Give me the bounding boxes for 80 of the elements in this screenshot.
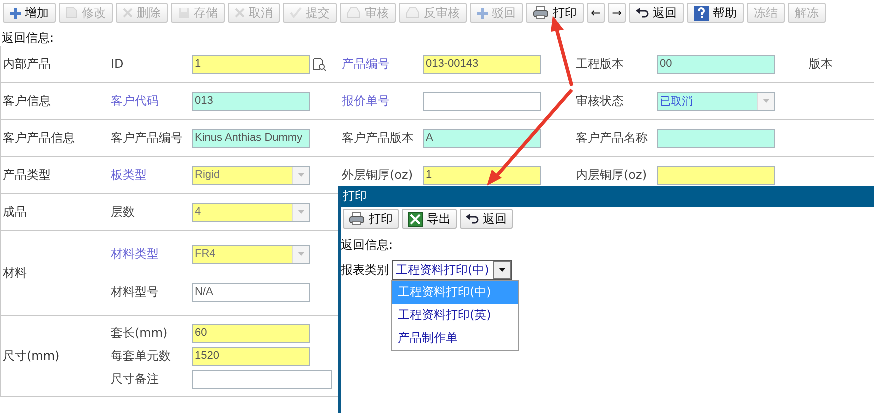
dropdown-option[interactable]: 产品制作单 xyxy=(392,327,518,350)
message-label: 返回信息: xyxy=(341,237,394,254)
input-field[interactable]: 1 xyxy=(423,166,541,184)
input-field[interactable]: 013 xyxy=(192,92,310,110)
select-field[interactable]: FR4 xyxy=(192,244,310,264)
field-label: 审核状态 xyxy=(576,92,625,110)
input-field[interactable]: 013-00143 xyxy=(423,54,541,74)
field-link[interactable]: 板类型 xyxy=(111,166,192,184)
dropdown-arrow-icon xyxy=(762,99,770,103)
input-field[interactable] xyxy=(192,370,332,388)
toolbar-button[interactable]: 返回 xyxy=(629,3,684,23)
input-field[interactable] xyxy=(423,92,541,110)
select-field[interactable]: 4 xyxy=(192,202,310,222)
dropdown-option[interactable]: 工程资料打印(英) xyxy=(392,304,518,327)
dropdown-arrow-icon xyxy=(298,252,304,256)
plus-icon xyxy=(10,8,21,18)
undo-icon xyxy=(636,8,650,18)
message-label: 返回信息: xyxy=(1,30,56,46)
group-label: 产品类型 xyxy=(3,166,51,184)
toolbar-button[interactable]: ← xyxy=(587,3,606,23)
input-field[interactable]: Kinus Anthias Dummy xyxy=(192,128,310,148)
field-label: 客户产品版本 xyxy=(342,130,415,146)
field-label: 套长(mm) xyxy=(111,324,169,342)
tray-icon xyxy=(347,7,361,19)
field-link[interactable]: 客户代码 xyxy=(111,92,192,110)
dropdown-arrow-icon xyxy=(298,173,304,177)
spreadsheet-icon xyxy=(408,212,423,226)
field-link[interactable]: 产品编号 xyxy=(342,56,423,72)
toolbar-button[interactable]: → xyxy=(608,3,626,23)
printer-icon xyxy=(533,6,549,20)
field-label: 版本 xyxy=(809,56,834,72)
close-icon xyxy=(123,8,133,18)
dropdown-arrow-icon xyxy=(298,210,304,214)
group-label: 内部产品 xyxy=(3,56,51,72)
toolbar-button[interactable]: 打印 xyxy=(526,3,584,23)
tray-icon xyxy=(406,7,420,19)
toolbar-button[interactable]: 增加 xyxy=(3,3,56,23)
group-label: 材料 xyxy=(3,264,27,282)
group-label: 成品 xyxy=(3,204,27,220)
input-field[interactable]: 60 xyxy=(192,324,310,342)
report-select[interactable]: 工程资料打印(中) xyxy=(392,260,512,280)
dropdown-arrow-icon xyxy=(498,268,506,272)
select-field[interactable]: 已取消 xyxy=(657,92,775,110)
field-label: 内层铜厚(oz) xyxy=(576,166,648,184)
input-field[interactable]: 00 xyxy=(657,54,775,74)
toolbar-button[interactable]: 打印 xyxy=(343,209,399,229)
check-icon xyxy=(290,7,302,19)
toolbar-button[interactable]: 返回 xyxy=(460,209,513,229)
field-label: 客户产品名称 xyxy=(576,130,649,146)
input-field[interactable] xyxy=(657,128,775,148)
input-field[interactable]: 1520 xyxy=(192,346,310,366)
input-field[interactable]: N/A xyxy=(192,282,310,302)
field-label: 每套单元数 xyxy=(111,348,172,364)
plus-icon xyxy=(477,8,488,18)
help-icon xyxy=(694,6,710,20)
group-label: 客户信息 xyxy=(3,92,51,110)
print-dialog-title: 打印 xyxy=(341,186,874,207)
field-label: 材料型号 xyxy=(111,284,160,300)
document-icon xyxy=(66,7,78,19)
group-label: 客户产品信息 xyxy=(3,130,75,146)
input-field[interactable] xyxy=(657,166,775,184)
field-label: ID xyxy=(111,57,125,71)
input-field[interactable]: 1 xyxy=(192,54,310,74)
close-icon xyxy=(235,8,245,18)
group-label: 尺寸(mm) xyxy=(3,348,60,364)
field-label: 工程版本 xyxy=(576,56,625,72)
field-label: 客户产品编号 xyxy=(111,130,184,146)
field-label: 外层铜厚(oz) xyxy=(342,166,414,184)
printer-icon xyxy=(349,212,365,226)
select-field[interactable]: Rigid xyxy=(192,166,310,184)
lookup-icon[interactable] xyxy=(313,58,326,70)
field-label: 尺寸备注 xyxy=(111,370,160,388)
field-link[interactable]: 报价单号 xyxy=(342,92,423,110)
undo-icon xyxy=(466,214,479,224)
field-link[interactable]: 材料类型 xyxy=(111,246,192,262)
input-field[interactable]: A xyxy=(423,128,541,148)
field-label: 层数 xyxy=(111,204,136,220)
field-label: 报表类别 xyxy=(341,262,389,278)
toolbar-button[interactable]: 导出 xyxy=(402,209,457,229)
toolbar-button[interactable]: 帮助 xyxy=(687,3,744,23)
